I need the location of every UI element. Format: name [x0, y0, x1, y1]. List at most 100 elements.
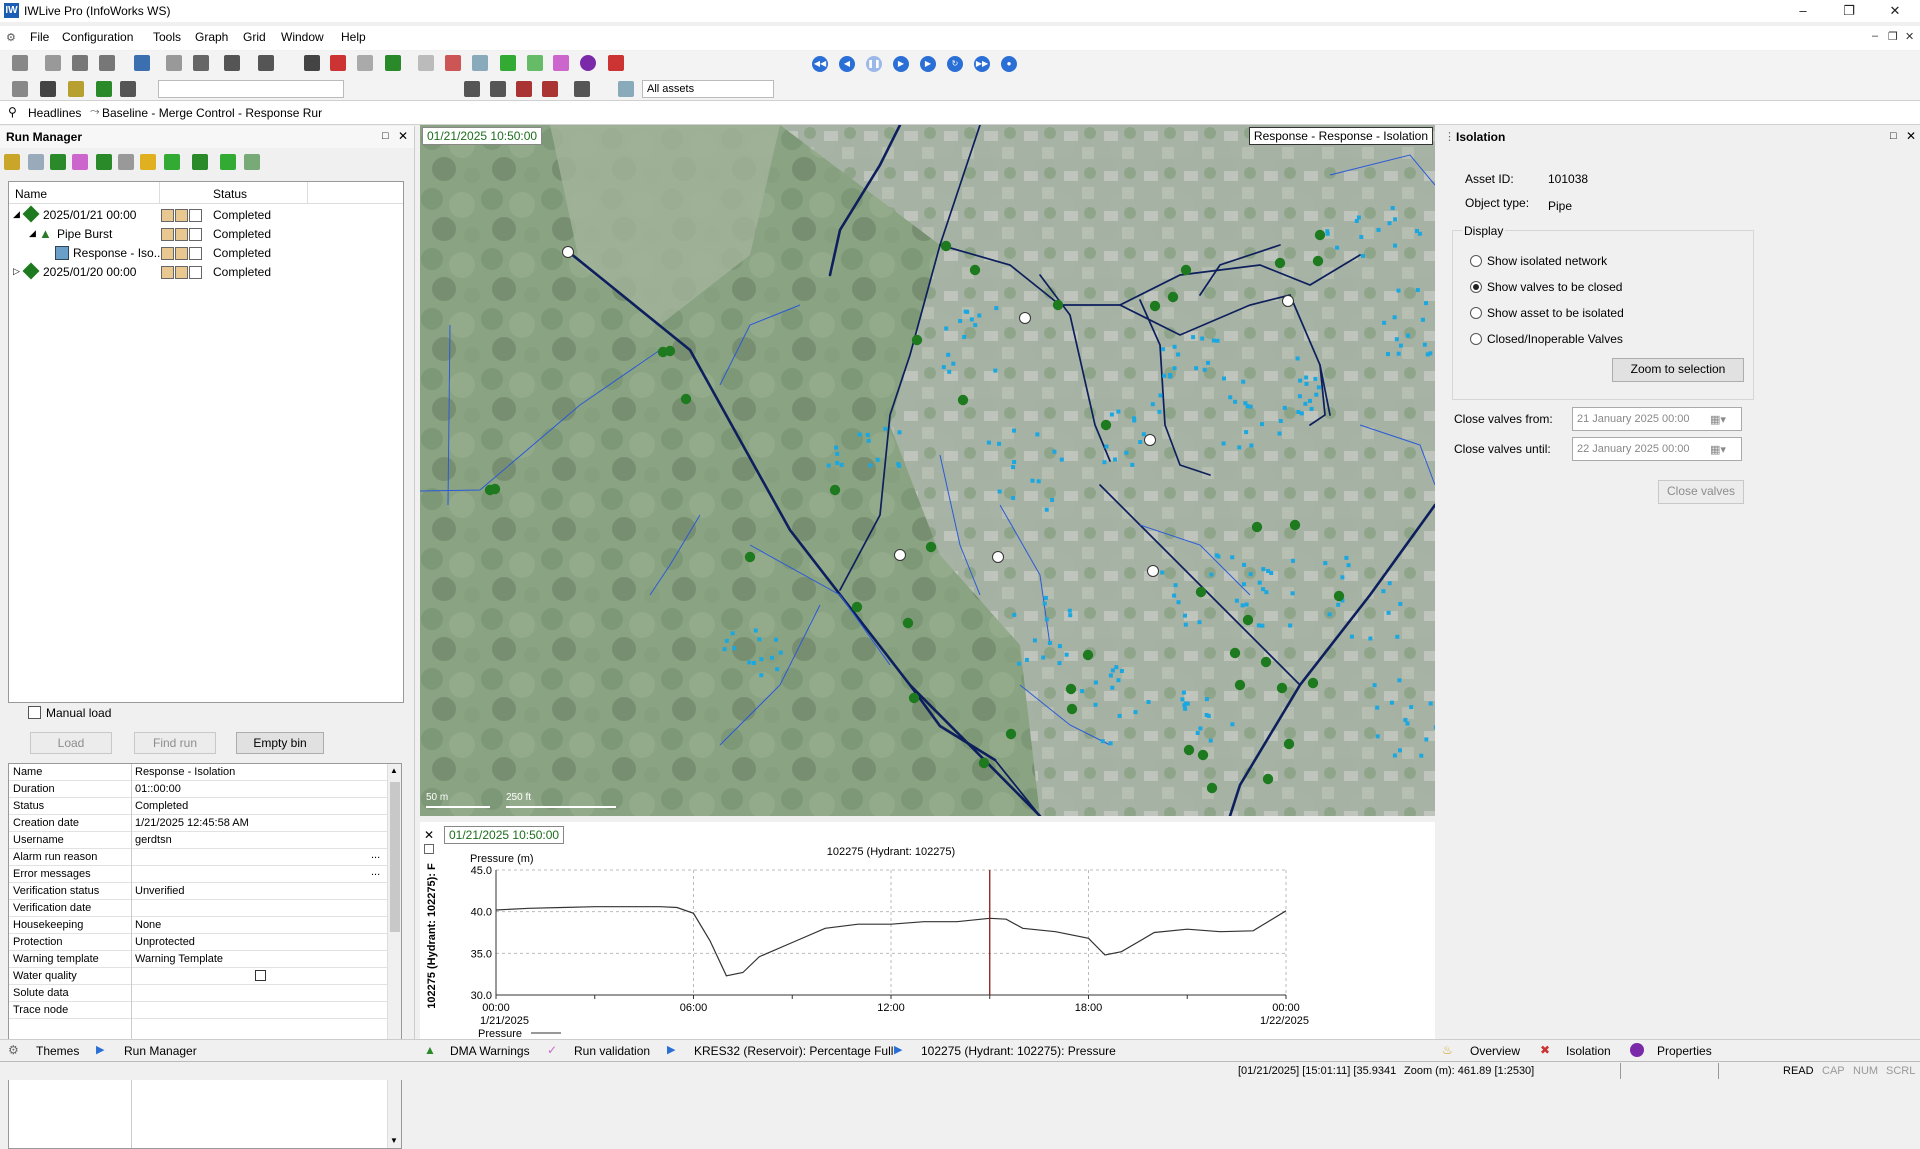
columns-icon[interactable] [574, 81, 590, 97]
customer-node[interactable] [1248, 572, 1253, 577]
customer-node[interactable] [1017, 661, 1021, 666]
new-run-icon[interactable] [4, 154, 20, 170]
menu-grid[interactable]: Grid [243, 30, 266, 44]
validate-icon[interactable] [500, 55, 516, 71]
customer-node[interactable] [1041, 655, 1046, 660]
valve-marker[interactable] [978, 757, 990, 769]
customer-node[interactable] [1241, 582, 1246, 587]
property-row[interactable]: Housekeeping None [9, 917, 387, 934]
customer-node[interactable] [1183, 706, 1188, 711]
deselect-icon[interactable] [357, 55, 373, 71]
customer-node[interactable] [759, 673, 764, 678]
property-row[interactable]: Creation date 1/21/2025 12:45:58 AM [9, 815, 387, 832]
customer-node[interactable] [1395, 634, 1400, 639]
customer-node[interactable] [1419, 753, 1424, 758]
properties-scrollbar[interactable]: ▲ ▼ [387, 764, 401, 1148]
step-forward-icon[interactable]: ▶ [893, 56, 909, 72]
customer-node[interactable] [866, 438, 871, 443]
customer-node[interactable] [946, 352, 951, 357]
close-from-calendar-icon[interactable]: ▦▾ [1706, 407, 1742, 431]
customer-node[interactable] [1304, 381, 1309, 386]
customer-node[interactable] [1057, 661, 1062, 666]
property-row[interactable]: Status Completed [9, 798, 387, 815]
customer-node[interactable] [1233, 399, 1238, 404]
menu-help[interactable]: Help [341, 30, 366, 44]
customer-node[interactable] [969, 317, 974, 322]
customer-node[interactable] [770, 655, 774, 660]
customer-node[interactable] [1346, 563, 1351, 568]
valve-marker[interactable] [1005, 728, 1017, 740]
customer-node[interactable] [1244, 602, 1249, 607]
customer-node[interactable] [1172, 344, 1177, 349]
chart-view-icon[interactable] [516, 81, 532, 97]
customer-node[interactable] [1237, 445, 1242, 450]
valve-marker[interactable] [1234, 679, 1246, 691]
customer-node[interactable] [747, 660, 752, 665]
valve-marker[interactable] [1283, 738, 1295, 750]
display-option-radio[interactable] [1470, 333, 1482, 345]
customer-node[interactable] [1387, 581, 1392, 586]
customer-node[interactable] [1012, 460, 1017, 464]
customer-node[interactable] [1244, 430, 1249, 435]
property-row[interactable]: Verification status Unverified [9, 883, 387, 900]
customer-node[interactable] [1240, 603, 1245, 608]
customer-node[interactable] [1181, 690, 1186, 695]
valve-marker[interactable] [744, 551, 756, 563]
valve-marker[interactable] [902, 617, 914, 629]
customer-node[interactable] [868, 463, 873, 468]
network-map[interactable] [420, 125, 1435, 816]
customer-node[interactable] [1387, 221, 1392, 226]
restore-button[interactable]: ❐ [1834, 2, 1864, 20]
customer-node[interactable] [1234, 598, 1239, 603]
contrast-icon[interactable] [445, 55, 461, 71]
customer-node[interactable] [997, 441, 1002, 446]
tree-row[interactable]: Response - Iso... Completed [9, 244, 403, 263]
customer-node[interactable] [1211, 338, 1216, 343]
display-option-label[interactable]: Closed/Inoperable Valves [1487, 332, 1623, 346]
property-row[interactable]: Trace node [9, 1002, 387, 1019]
valve-marker[interactable] [680, 393, 692, 405]
valve-marker[interactable] [1276, 682, 1288, 694]
valve-marker[interactable] [911, 334, 923, 346]
map-view[interactable]: 01/21/2025 10:50:00 Response - Response … [420, 125, 1435, 816]
customer-node[interactable] [1146, 700, 1151, 704]
verify-icon[interactable] [164, 154, 180, 170]
customer-node[interactable] [1297, 394, 1302, 399]
customer-node[interactable] [1172, 593, 1177, 598]
expand-arrow-icon[interactable]: ▷ [13, 266, 20, 277]
customer-node[interactable] [1303, 401, 1308, 406]
customer-node[interactable] [1354, 219, 1359, 223]
search-icon[interactable]: ⚲ [8, 105, 17, 119]
customer-node[interactable] [1290, 591, 1295, 596]
customer-node[interactable] [1323, 561, 1328, 566]
customer-node[interactable] [1296, 410, 1301, 414]
valve-marker[interactable] [1206, 782, 1218, 794]
customer-node[interactable] [1067, 608, 1072, 613]
customer-node[interactable] [1278, 419, 1283, 423]
customer-node[interactable] [1183, 613, 1187, 618]
customer-node[interactable] [1406, 333, 1411, 338]
customer-node[interactable] [1110, 668, 1115, 673]
customer-node[interactable] [775, 667, 780, 672]
customer-node[interactable] [1044, 617, 1049, 622]
customer-node[interactable] [1381, 589, 1386, 594]
scroll-thumb[interactable] [390, 782, 400, 932]
customer-node[interactable] [1012, 428, 1016, 433]
customer-node[interactable] [1390, 206, 1395, 210]
customer-node[interactable] [1269, 571, 1274, 575]
customer-node[interactable] [757, 637, 762, 642]
customer-node[interactable] [1202, 367, 1207, 372]
customer-node[interactable] [1011, 496, 1016, 500]
customer-node[interactable] [1130, 462, 1135, 467]
valve-marker[interactable] [1149, 300, 1161, 312]
customer-node[interactable] [1110, 685, 1115, 690]
panel-pin-icon[interactable]: □ [382, 130, 389, 142]
customer-node[interactable] [1398, 343, 1403, 348]
valve-marker[interactable] [664, 345, 676, 357]
valve-marker[interactable] [969, 264, 981, 276]
customer-node[interactable] [1336, 602, 1341, 607]
customer-node[interactable] [753, 628, 758, 633]
valve-marker[interactable] [957, 394, 969, 406]
customer-node[interactable] [1108, 741, 1113, 746]
close-until-calendar-icon[interactable]: ▦▾ [1706, 437, 1742, 461]
